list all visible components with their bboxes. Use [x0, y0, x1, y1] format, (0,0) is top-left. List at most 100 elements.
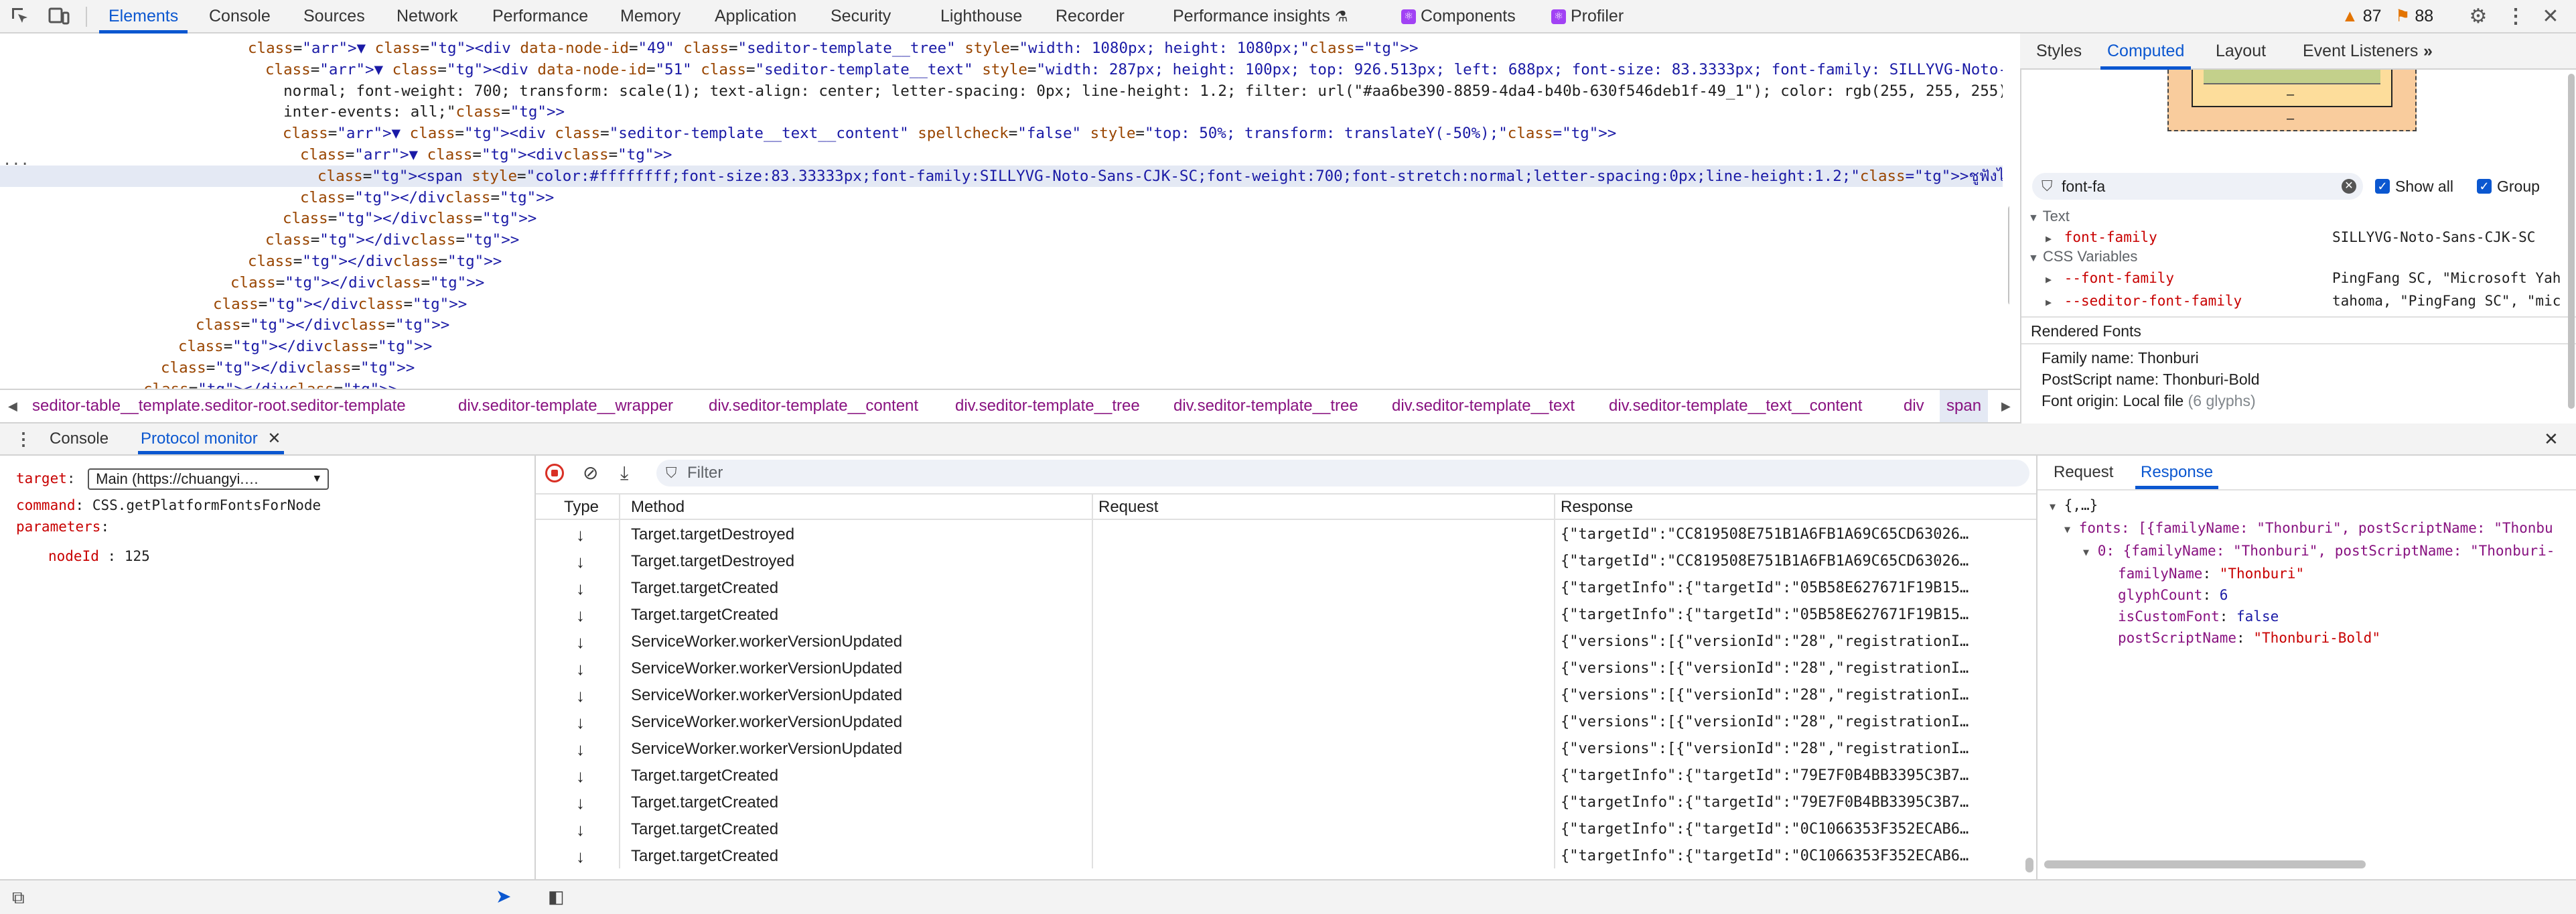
download-icon[interactable]: ⤓	[620, 461, 628, 485]
computed-group-text[interactable]: ▼ Text	[2028, 206, 2070, 228]
sidebar-scrollbar[interactable]	[2568, 74, 2575, 409]
table-row[interactable]: ↓ Target.targetDestroyed {"targetId":"CC81…	[536, 521, 2023, 548]
show-all-checkbox[interactable]: ✓	[2375, 179, 2390, 194]
settings-gear-icon[interactable]: ⚙	[2467, 6, 2489, 27]
close-drawer-icon[interactable]: ✕	[2544, 423, 2559, 454]
response-horizontal-scrollbar[interactable]	[2044, 860, 2366, 868]
column-header-type[interactable]: Type	[564, 495, 599, 520]
breadcrumb-item[interactable]: div	[1904, 390, 1924, 422]
breadcrumb-item[interactable]: div.seditor-template__tree	[1173, 390, 1358, 422]
dom-node-line[interactable]: class="tg"></divclass="tg">>	[0, 379, 2003, 389]
dom-node-selected[interactable]: class="tg"><span style="color:#ffffffff;…	[0, 165, 2003, 187]
tab-layout[interactable]: Layout	[2216, 34, 2266, 68]
computed-property-row[interactable]: ▶ font-family SILLYVG-Noto-Sans-CJK-SC	[2046, 226, 2568, 249]
more-tabs-chevron-icon[interactable]: »	[2423, 34, 2433, 68]
breadcrumb-item[interactable]: div.seditor-template__wrapper	[458, 390, 673, 422]
json-fonts-row[interactable]: ▼ fonts: [{familyName: "Thonburi", postS…	[2037, 517, 2573, 540]
dom-node-line[interactable]: class="tg"></divclass="tg">>	[0, 357, 2003, 379]
table-row[interactable]: ↓ ServiceWorker.workerVersionUpdated {"ver…	[536, 682, 2023, 709]
tab-performance-insights[interactable]: Performance insights ⚗	[1173, 0, 1348, 32]
tab-recorder[interactable]: Recorder	[1056, 0, 1125, 32]
tab-profiler[interactable]: ⚛ Profiler	[1551, 0, 1624, 32]
json-property-row[interactable]: familyName: "Thonburi"	[2037, 563, 2573, 584]
dom-node-line[interactable]: class="tg"></divclass="tg">>	[0, 187, 2003, 208]
dom-node-line[interactable]: class="tg"></divclass="tg">>	[0, 208, 2003, 229]
computed-filter-input[interactable]: font-fa	[2062, 173, 2105, 200]
dom-node-line[interactable]: class="arr">▼ class="tg"><div data-node-…	[0, 38, 2003, 59]
dom-node-line[interactable]: class="tg"></divclass="tg">>	[0, 229, 2003, 251]
drawer-menu-icon[interactable]: ⋮	[15, 423, 32, 454]
dom-node-line[interactable]: normal; font-weight: 700; transform: sca…	[0, 80, 2003, 102]
toggle-sidebar-icon[interactable]: ◧	[548, 886, 565, 907]
protocol-filter-box[interactable]: ⛉ Filter	[656, 460, 2029, 486]
param-value[interactable]: 125	[125, 548, 150, 564]
table-scrollbar[interactable]	[2025, 858, 2033, 872]
tab-styles[interactable]: Styles	[2036, 34, 2082, 68]
tab-protocol-monitor[interactable]: Protocol monitor ✕	[138, 423, 284, 454]
issues-badge[interactable]: ⚑ 88	[2395, 0, 2433, 32]
column-header-response[interactable]: Response	[1561, 495, 1633, 520]
tab-drawer-console[interactable]: Console	[50, 423, 109, 454]
copy-command-icon[interactable]: ⧉	[12, 887, 25, 907]
breadcrumb-scroll-left-icon[interactable]: ◀	[8, 390, 17, 422]
tab-computed[interactable]: Computed	[2100, 34, 2192, 70]
tab-network[interactable]: Network	[397, 0, 458, 32]
breadcrumb-item[interactable]: div.seditor-template__text__content	[1609, 390, 1862, 422]
table-row[interactable]: ↓ Target.targetCreated {"targetInfo":{"tar…	[536, 763, 2023, 789]
breadcrumb-item[interactable]: div.seditor-template__text	[1392, 390, 1575, 422]
breadcrumb-item[interactable]: seditor-table__template.seditor-root.sed…	[32, 390, 406, 422]
tab-application[interactable]: Application	[715, 0, 796, 32]
json-item-row[interactable]: ▼ 0: {familyName: "Thonburi", postScript…	[2037, 540, 2573, 563]
table-row[interactable]: ↓ ServiceWorker.workerVersionUpdated {"ver…	[536, 736, 2023, 763]
breadcrumb-item[interactable]: div.seditor-template__content	[709, 390, 918, 422]
json-root-row[interactable]: ▼ {,…}	[2037, 495, 2573, 517]
computed-group-css-vars[interactable]: ▼ CSS Variables	[2028, 247, 2137, 269]
breadcrumb-item[interactable]: div.seditor-template__tree	[955, 390, 1140, 422]
clear-filter-icon[interactable]: ✕	[2342, 179, 2356, 194]
tab-memory[interactable]: Memory	[620, 0, 681, 32]
dom-node-line[interactable]: class="tg"></divclass="tg">>	[0, 314, 2003, 336]
tab-sources[interactable]: Sources	[303, 0, 365, 32]
target-select[interactable]: Main (https://chuangyi.… ▼	[88, 468, 330, 490]
tab-event-listeners[interactable]: Event Listeners	[2303, 34, 2418, 68]
group-checkbox[interactable]: ✓	[2477, 179, 2492, 194]
dom-node-line[interactable]: inter-events: all;"class="tg">>	[0, 101, 2003, 123]
tab-components[interactable]: ⚛ Components	[1401, 0, 1516, 32]
send-command-icon[interactable]: ➤	[496, 886, 511, 907]
json-property-row[interactable]: glyphCount: 6	[2037, 584, 2573, 606]
table-row[interactable]: ↓ ServiceWorker.workerVersionUpdated {"ver…	[536, 629, 2023, 655]
dom-node-line[interactable]: class="arr">▼ class="tg"><div data-node-…	[0, 59, 2003, 80]
warnings-badge[interactable]: ▲ 87	[2342, 0, 2382, 32]
computed-filter-box[interactable]: ⛉ font-fa ✕	[2032, 173, 2363, 200]
tab-lighthouse[interactable]: Lighthouse	[940, 0, 1022, 32]
computed-property-row[interactable]: ▶ --seditor-font-family tahoma, "PingFan…	[2046, 289, 2568, 314]
more-options-icon[interactable]: ⋮	[2505, 6, 2526, 27]
table-row[interactable]: ↓ ServiceWorker.workerVersionUpdated {"ver…	[536, 655, 2023, 682]
dom-node-line[interactable]: class="tg"></divclass="tg">>	[0, 251, 2003, 272]
column-header-method[interactable]: Method	[631, 495, 685, 520]
table-row[interactable]: ↓ Target.targetDestroyed {"targetId":"CC81…	[536, 548, 2023, 575]
inspect-element-icon[interactable]	[9, 6, 31, 27]
tab-console[interactable]: Console	[209, 0, 271, 32]
table-row[interactable]: ↓ Target.targetCreated {"targetInfo":{"tar…	[536, 602, 2023, 629]
dom-node-more-dots[interactable]: ···	[3, 154, 29, 176]
table-row[interactable]: ↓ ServiceWorker.workerVersionUpdated {"ver…	[536, 709, 2023, 736]
command-value[interactable]: CSS.getPlatformFontsForNode	[92, 497, 321, 513]
clear-log-icon[interactable]: ⊘	[583, 461, 598, 485]
dom-node-line[interactable]: class="arr">▼ class="tg"><div class="sed…	[0, 123, 2003, 144]
record-stop-icon[interactable]	[545, 464, 564, 482]
computed-property-row[interactable]: ▶ --font-family PingFang SC, "Microsoft …	[2046, 267, 2568, 291]
json-property-row[interactable]: postScriptName: "Thonburi-Bold"	[2037, 627, 2573, 649]
table-row[interactable]: ↓ Target.targetCreated {"targetInfo":{"tar…	[536, 843, 2023, 870]
json-tree[interactable]: ▼ {,…} ▼ fonts: [{familyName: "Thonburi"…	[2037, 495, 2573, 649]
breadcrumb-item-selected[interactable]: span	[1940, 390, 1989, 422]
json-property-row[interactable]: isCustomFont: false	[2037, 606, 2573, 627]
tab-performance[interactable]: Performance	[492, 0, 588, 32]
dom-node-line[interactable]: class="tg"></divclass="tg">>	[0, 293, 2003, 315]
protocol-command-editor[interactable]: target: Main (https://chuangyi.… ▼ comma…	[0, 456, 536, 879]
tab-request[interactable]: Request	[2054, 456, 2113, 489]
tab-elements[interactable]: Elements	[98, 0, 188, 34]
table-row[interactable]: ↓ Target.targetCreated {"targetInfo":{"tar…	[536, 575, 2023, 602]
close-devtools-icon[interactable]: ✕	[2540, 6, 2561, 27]
breadcrumb-scroll-right-icon[interactable]: ▶	[2001, 390, 2011, 422]
